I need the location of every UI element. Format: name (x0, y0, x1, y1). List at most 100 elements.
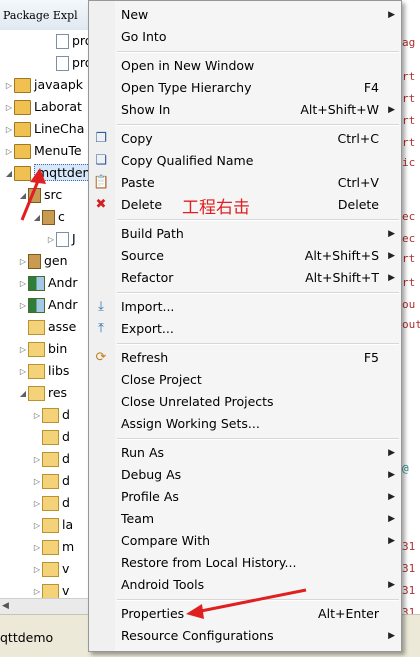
menu-item-properties[interactable]: Properties Alt+Enter (89, 603, 401, 625)
menu-item-assign-working-sets[interactable]: Assign Working Sets... (89, 413, 401, 435)
menu-item-refresh[interactable]: ⟳ Refresh F5 (89, 347, 401, 369)
menu-item-open-type-hierarchy[interactable]: Open Type Hierarchy F4 (89, 77, 401, 99)
collapsed-arrow-icon[interactable]: ▷ (18, 339, 28, 361)
menu-item-go-into[interactable]: Go Into (89, 26, 401, 48)
collapsed-arrow-icon[interactable]: ▷ (18, 273, 28, 295)
collapsed-arrow-icon[interactable]: ▷ (4, 75, 14, 97)
tree-item[interactable]: ▷ MenuTe (4, 140, 82, 162)
menu-item-open-in-new-window[interactable]: Open in New Window (89, 55, 401, 77)
tree-item[interactable]: proje (46, 52, 88, 74)
tree-item[interactable]: ◢ src (18, 184, 62, 206)
tree-item[interactable]: asse (18, 316, 76, 338)
menu-item-close-unrelated-projects[interactable]: Close Unrelated Projects (89, 391, 401, 413)
menu-item-copy[interactable]: ❐ Copy Ctrl+C (89, 128, 401, 150)
scroll-left-arrow-icon[interactable]: ◀ (2, 601, 9, 611)
tree-item[interactable]: ▷ Andr (18, 272, 78, 294)
tree-item-label: Andr (48, 297, 78, 312)
menu-item-show-in[interactable]: Show In Alt+Shift+W ▶ (89, 99, 401, 121)
tree-item[interactable]: ◢ c (32, 206, 65, 228)
collapsed-arrow-icon[interactable]: ▷ (32, 449, 42, 471)
tree-item[interactable]: ▷ d (32, 492, 70, 514)
menu-separator (117, 124, 399, 126)
horizontal-scrollbar[interactable]: ◀ (0, 598, 88, 615)
menu-item-debug-as[interactable]: Debug As ▶ (89, 464, 401, 486)
collapsed-arrow-icon[interactable]: ▷ (4, 119, 14, 141)
expanded-arrow-icon[interactable]: ◢ (18, 383, 28, 405)
tree-item[interactable]: ▷ LineCha (4, 118, 84, 140)
menu-item-label: Go Into (121, 29, 167, 44)
tree-item[interactable]: ◢ res (18, 382, 67, 404)
collapsed-arrow-icon[interactable]: ▷ (4, 141, 14, 163)
menu-item-copy-qualified-name[interactable]: ❏ Copy Qualified Name (89, 150, 401, 172)
tree-item[interactable]: ▷ d (32, 470, 70, 492)
menu-item-resource-configurations[interactable]: Resource Configurations ▶ (89, 625, 401, 647)
menu-item-label: Copy Qualified Name (121, 153, 254, 168)
collapsed-arrow-icon[interactable]: ▷ (32, 515, 42, 537)
expanded-arrow-icon[interactable]: ◢ (18, 185, 28, 207)
expanded-arrow-icon[interactable]: ◢ (4, 163, 14, 185)
menu-item-label: Show In (121, 102, 171, 117)
menu-item-profile-as[interactable]: Profile As ▶ (89, 486, 401, 508)
tree-item-label: gen (44, 253, 68, 268)
tree-item[interactable]: ▷ Laborat (4, 96, 82, 118)
tree-item[interactable]: ▷ J (46, 228, 76, 250)
menu-item-label: Debug As (121, 467, 182, 482)
file-icon (56, 34, 69, 49)
menu-item-label: Open in New Window (121, 58, 255, 73)
collapsed-arrow-icon[interactable]: ▷ (18, 295, 28, 317)
tree-item[interactable]: ▷ d (32, 404, 70, 426)
menu-item-source[interactable]: Source Alt+Shift+S ▶ (89, 245, 401, 267)
tree-item[interactable]: ▷ bin (18, 338, 67, 360)
tree-item[interactable]: ▷ m (32, 536, 74, 558)
tree-item[interactable]: ▷ Andr (18, 294, 78, 316)
menu-item-restore-from-local-history[interactable]: Restore from Local History... (89, 552, 401, 574)
menu-item-build-path[interactable]: Build Path ▶ (89, 223, 401, 245)
tree-item[interactable]: d (32, 426, 70, 448)
menu-separator (117, 292, 399, 294)
menu-item-team[interactable]: Team ▶ (89, 508, 401, 530)
tree-item[interactable]: prog (46, 30, 88, 52)
collapsed-arrow-icon[interactable]: ▷ (18, 361, 28, 383)
collapsed-arrow-icon[interactable]: ▷ (46, 229, 56, 251)
expanded-arrow-icon[interactable]: ◢ (32, 207, 42, 229)
collapsed-arrow-icon[interactable]: ▷ (18, 251, 28, 273)
package-explorer-tree: prog proje ▷ javaapk ▷ Laborat ▷ LineCha ▷ MenuTe… (0, 30, 88, 598)
import-icon: ⤓ (98, 299, 104, 314)
tree-item[interactable]: ▷ libs (18, 360, 69, 382)
submenu-arrow-icon: ▶ (388, 580, 395, 590)
tree-item[interactable]: ▷ v (32, 580, 69, 598)
annotation-text: 工程右击 (182, 198, 250, 218)
tree-item[interactable]: ▷ la (32, 514, 73, 536)
collapsed-arrow-icon[interactable]: ▷ (32, 559, 42, 581)
menu-item-label: Copy (121, 131, 153, 146)
tree-item-label: v (62, 583, 70, 598)
tree-item[interactable]: ▷ v (32, 558, 69, 580)
menu-item-shortcut: Ctrl+V (337, 175, 379, 190)
collapsed-arrow-icon[interactable]: ▷ (32, 581, 42, 599)
tree-item[interactable]: ▷ javaapk (4, 74, 83, 96)
menu-item-compare-with[interactable]: Compare With ▶ (89, 530, 401, 552)
file-icon (56, 56, 69, 71)
collapsed-arrow-icon[interactable]: ▷ (4, 97, 14, 119)
menu-item-shortcut: F5 (363, 350, 379, 365)
tree-item[interactable]: ▷ gen (18, 250, 68, 272)
collapsed-arrow-icon[interactable]: ▷ (32, 537, 42, 559)
collapsed-arrow-icon[interactable]: ▷ (32, 493, 42, 515)
menu-separator (117, 219, 399, 221)
menu-item-run-as[interactable]: Run As ▶ (89, 442, 401, 464)
menu-item-export[interactable]: ⤒ Export... (89, 318, 401, 340)
collapsed-arrow-icon[interactable]: ▷ (32, 471, 42, 493)
collapsed-arrow-icon[interactable]: ▷ (32, 405, 42, 427)
submenu-arrow-icon: ▶ (388, 470, 395, 480)
submenu-arrow-icon: ▶ (388, 251, 395, 261)
menu-item-close-project[interactable]: Close Project (89, 369, 401, 391)
tree-item[interactable]: ▷ d (32, 448, 70, 470)
menu-item-new[interactable]: New ▶ (89, 4, 401, 26)
tree-item[interactable]: ◢ mqttdem (4, 162, 88, 184)
menu-item-paste[interactable]: 📋 Paste Ctrl+V (89, 172, 401, 194)
menu-item-refactor[interactable]: Refactor Alt+Shift+T ▶ (89, 267, 401, 289)
proj-icon (14, 100, 31, 115)
export-icon: ⤒ (98, 321, 104, 336)
menu-item-android-tools[interactable]: Android Tools ▶ (89, 574, 401, 596)
menu-item-import[interactable]: ⤓ Import... (89, 296, 401, 318)
